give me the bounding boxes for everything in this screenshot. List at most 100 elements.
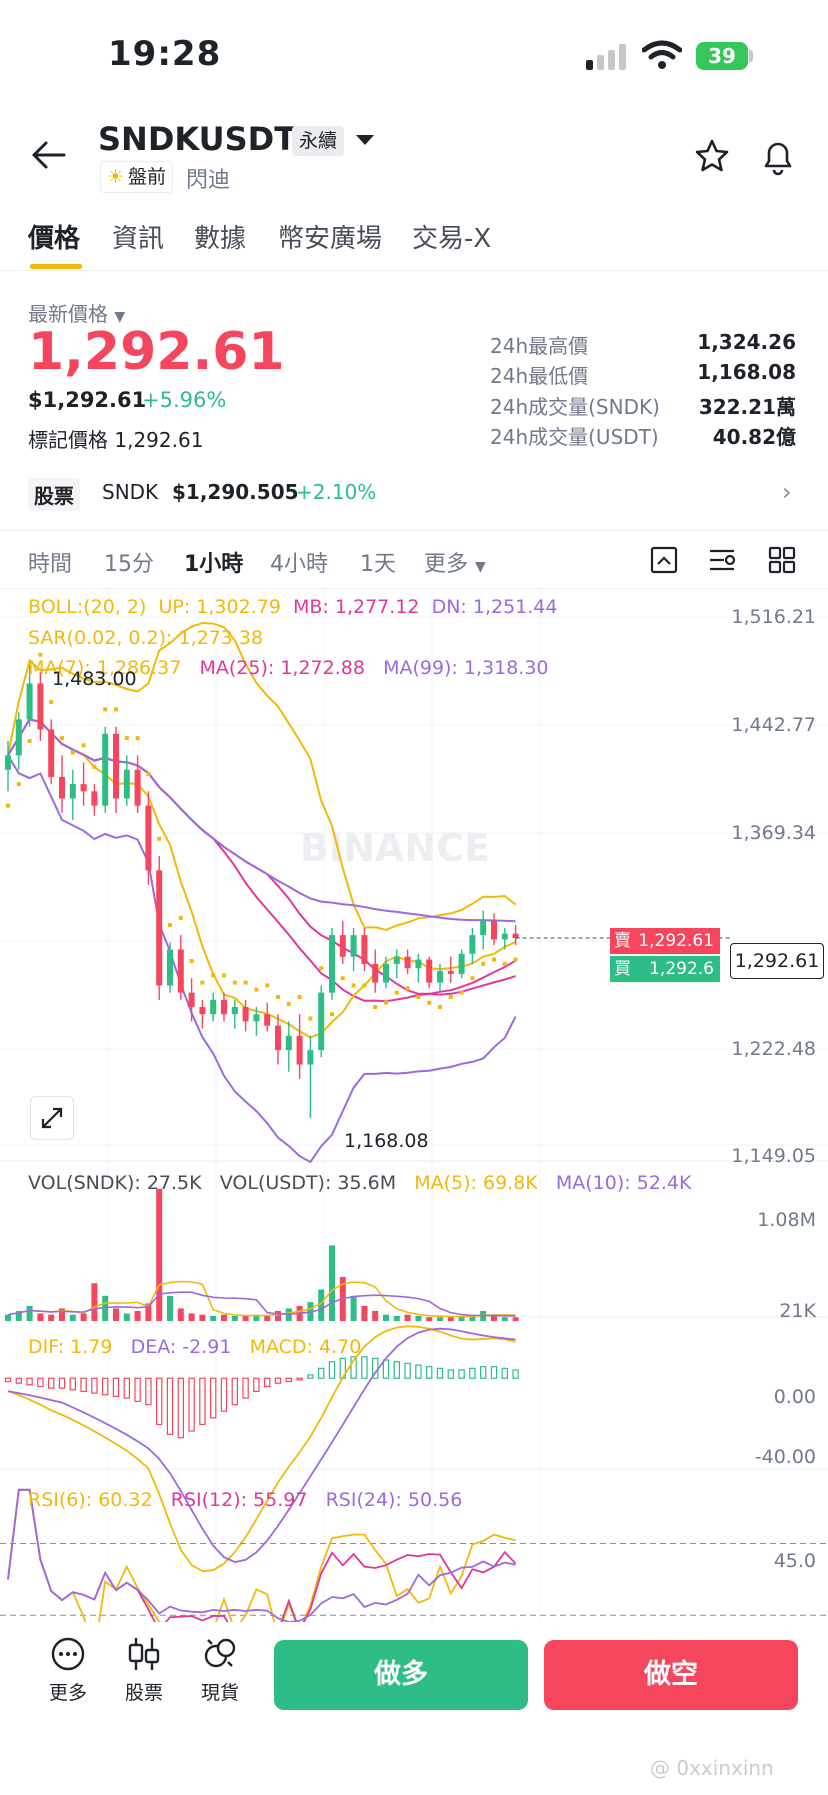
macd-histogram-bar (404, 1362, 411, 1379)
more-icon[interactable] (38, 1636, 98, 1672)
volume-bar (350, 1295, 357, 1321)
macd-histogram-bar (426, 1366, 433, 1379)
dif-line (7, 1325, 516, 1573)
tab-divider (0, 270, 828, 271)
volume-bar (156, 1188, 163, 1321)
macd-histogram-bar (112, 1377, 120, 1397)
volume-bar (275, 1310, 281, 1321)
sar-dot (470, 976, 475, 981)
volume-bar (329, 1245, 335, 1321)
candle-body (145, 805, 152, 871)
sar-dot (481, 961, 486, 966)
sar-dot (189, 958, 194, 963)
candle-body (285, 1035, 292, 1051)
candle-body (91, 791, 98, 806)
candle-body (199, 1007, 206, 1015)
short-button[interactable]: 做空 (544, 1640, 798, 1710)
axis-price-4: 1,222.48 (731, 1038, 816, 1060)
macd-histogram-bar (91, 1377, 98, 1394)
candle-body (264, 1014, 271, 1026)
volume-bar (5, 1314, 11, 1321)
candle-body (339, 935, 346, 957)
nav-more-label[interactable]: 更多 (38, 1678, 98, 1705)
candle-body (80, 784, 87, 792)
macd-histogram-bar (199, 1377, 206, 1426)
vol-ma10-line (7, 1291, 516, 1317)
sun-icon: ☀ (107, 166, 125, 188)
spot-icon[interactable] (190, 1636, 250, 1672)
sar-dot (81, 743, 86, 748)
macd-histogram-bar (328, 1361, 336, 1379)
symbol-dropdown-icon[interactable] (354, 132, 376, 148)
tf-4h[interactable]: 4小時 (270, 546, 328, 578)
favorite-star-icon[interactable] (694, 138, 730, 174)
tf-more[interactable]: 更多 ▼ (424, 546, 486, 578)
candle-body (296, 1035, 303, 1065)
volume-bar (80, 1313, 87, 1321)
bell-icon[interactable] (760, 138, 796, 176)
volume-bar (210, 1315, 217, 1321)
long-button[interactable]: 做多 (274, 1640, 528, 1710)
candle-body (372, 963, 379, 983)
candle-body (458, 953, 465, 974)
sar-dot (232, 980, 237, 985)
sar-dot (405, 986, 410, 991)
tf-1d[interactable]: 1天 (360, 546, 396, 578)
volume-bar (437, 1317, 443, 1321)
macd-histogram-bar (166, 1377, 174, 1435)
nav-stock-label[interactable]: 股票 (114, 1678, 174, 1705)
volume-bar (361, 1305, 368, 1321)
sar-dot (157, 836, 162, 841)
sar-dot (92, 764, 97, 769)
macd-histogram-bar (447, 1369, 455, 1379)
macd-histogram-bar (296, 1377, 303, 1381)
axis-price-2: 1,369.34 (731, 822, 816, 844)
tf-15m[interactable]: 15分 (104, 546, 154, 578)
ma99-line (7, 718, 516, 923)
candle-body (350, 935, 357, 957)
stat-vol-usdt-label: 24h成交量(USDT) (490, 425, 659, 449)
tab-info[interactable]: 資訊 (112, 218, 164, 255)
stock-change: +2.10% (296, 480, 377, 504)
chart-settings-icon[interactable] (650, 546, 678, 574)
tab-trade-x[interactable]: 交易-X (412, 218, 491, 255)
axis-price-5: 1,149.05 (731, 1145, 816, 1167)
tab-data[interactable]: 數據 (194, 218, 246, 255)
sar-dot (319, 966, 324, 971)
nav-spot-label[interactable]: 現貨 (190, 1678, 250, 1705)
stock-row[interactable]: 股票 SNDK $1,290.505 +2.10% › (0, 478, 828, 518)
candle-body (404, 956, 411, 969)
layout-grid-icon[interactable] (768, 546, 796, 574)
volume-bar (91, 1283, 98, 1321)
expand-icon[interactable] (30, 1096, 74, 1140)
macd-histogram-bar (123, 1377, 130, 1399)
tf-1h[interactable]: 1小時 (184, 546, 243, 578)
stock-icon[interactable] (114, 1636, 174, 1672)
kline-chart[interactable]: BINANCE (0, 589, 828, 1629)
candle-body (253, 1014, 260, 1022)
candle-body (59, 776, 65, 799)
volume-bar (37, 1313, 44, 1321)
candle-body (69, 784, 76, 799)
tab-binance-square[interactable]: 幣安廣場 (278, 218, 382, 255)
candle-body (447, 971, 454, 974)
indicator-settings-icon[interactable] (708, 546, 738, 574)
volume-bar (372, 1310, 379, 1321)
sar-dot (60, 736, 64, 741)
sell-price-tag: 賣 1,292.61 (610, 928, 720, 954)
axis-price-0: 1,516.21 (731, 606, 816, 628)
wifi-icon (641, 40, 683, 70)
sar-dot (200, 980, 205, 985)
symbol-title[interactable]: SNDKUSDT (98, 120, 296, 158)
sar-dot (362, 983, 367, 988)
candle-body (491, 920, 497, 940)
candle-body (113, 733, 119, 799)
footer-watermark: @ 0xxinxinn (650, 1756, 774, 1780)
candle-body (210, 999, 217, 1015)
back-icon[interactable] (30, 140, 66, 170)
tf-time[interactable]: 時間 (28, 546, 72, 578)
candle-body (393, 956, 400, 964)
volume-bar (491, 1315, 497, 1321)
tab-price[interactable]: 價格 (28, 218, 80, 255)
volume-bar (393, 1315, 400, 1321)
